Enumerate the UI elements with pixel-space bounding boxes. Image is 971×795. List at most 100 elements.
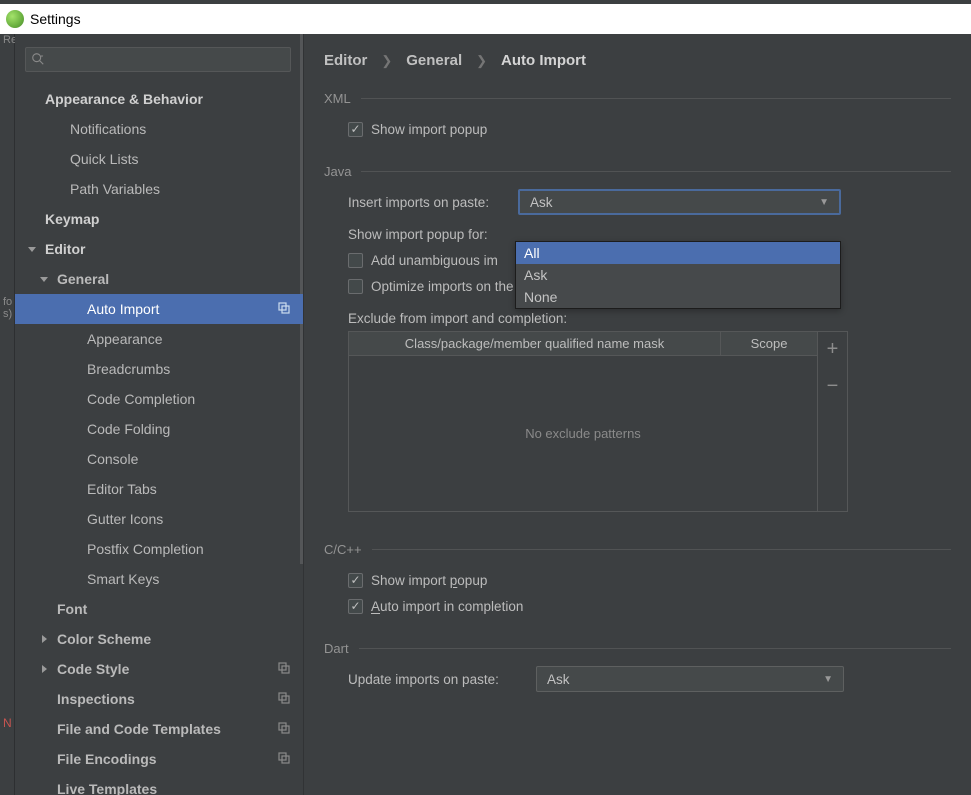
dart-update-label: Update imports on paste: [348,672,528,687]
sidebar-item-quick-lists[interactable]: Quick Lists [15,144,303,174]
insert-imports-select[interactable]: Ask ▼ [518,189,841,215]
xml-show-popup-checkbox[interactable] [348,122,363,137]
edge-left-underlay: Re fo s) N [0,34,15,795]
chevron-right-icon [39,661,49,677]
sidebar-item-auto-import[interactable]: Auto Import [15,294,303,324]
exclude-label: Exclude from import and completion: [348,311,567,326]
sidebar-item-label: Code Folding [87,421,170,437]
section-title-java: Java [324,164,351,179]
sidebar-item-label: Path Variables [70,181,160,197]
exclude-table: Class/package/member qualified name mask… [348,331,848,512]
sidebar-item-keymap[interactable]: Keymap [15,204,303,234]
breadcrumb: Editor ❯ General ❯ Auto Import [304,34,971,69]
sidebar-item-general[interactable]: General [15,264,303,294]
sidebar: Appearance & Behavior Notifications Quick … [15,34,304,795]
chevron-down-icon [27,241,37,257]
insert-imports-value: Ask [530,195,553,210]
sidebar-item-label: Keymap [45,211,99,227]
sidebar-item-console[interactable]: Console [15,444,303,474]
sidebar-item-label: Breadcrumbs [87,361,170,377]
sidebar-item-editor-tabs[interactable]: Editor Tabs [15,474,303,504]
breadcrumb-editor[interactable]: Editor [324,52,367,69]
breadcrumb-general[interactable]: General [406,52,462,69]
sidebar-item-label: Smart Keys [87,571,159,587]
add-unambiguous-label: Add unambiguous im [371,253,498,268]
search-wrap [15,34,303,84]
sidebar-item-label: File and Code Templates [57,721,221,737]
sidebar-item-label: Quick Lists [70,151,138,167]
sidebar-item-live-templates[interactable]: Live Templates [15,774,303,795]
sidebar-item-label: Auto Import [87,301,159,317]
exclude-table-body: No exclude patterns [349,356,817,511]
exclude-col-scope[interactable]: Scope [721,332,817,355]
sidebar-item-inspections[interactable]: Inspections [15,684,303,714]
section-title-xml: XML [324,91,351,106]
section-xml: XML Show import popup [324,91,951,142]
cpp-auto-import-checkbox[interactable] [348,599,363,614]
sidebar-item-label: Code Style [57,661,129,677]
sidebar-item-breadcrumbs[interactable]: Breadcrumbs [15,354,303,384]
project-badge-icon [277,301,291,318]
section-dart: Dart Update imports on paste: Ask ▼ [324,641,951,692]
breadcrumb-auto-import: Auto Import [501,52,586,69]
sidebar-item-postfix-completion[interactable]: Postfix Completion [15,534,303,564]
section-java: Java Insert imports on paste: Ask ▼ Show… [324,164,951,512]
sidebar-item-color-scheme[interactable]: Color Scheme [15,624,303,654]
sidebar-item-code-style[interactable]: Code Style [15,654,303,684]
search-input[interactable] [25,47,291,72]
project-badge-icon [277,751,291,768]
sidebar-item-label: Editor Tabs [87,481,157,497]
sidebar-item-label: Code Completion [87,391,195,407]
sidebar-item-code-completion[interactable]: Code Completion [15,384,303,414]
dropdown-option-all[interactable]: All [516,242,840,264]
cpp-show-popup-label: Show import popup [371,573,487,588]
dart-update-select[interactable]: Ask ▼ [536,666,844,692]
sidebar-item-label: Editor [45,241,85,257]
sidebar-item-gutter-icons[interactable]: Gutter Icons [15,504,303,534]
sidebar-item-path-variables[interactable]: Path Variables [15,174,303,204]
exclude-add-button[interactable]: + [827,338,839,361]
dart-update-value: Ask [547,672,570,687]
main-panel: Editor ❯ General ❯ Auto Import XML Show … [304,34,971,795]
insert-imports-dropdown[interactable]: All Ask None [515,241,841,309]
sidebar-item-label: Inspections [57,691,135,707]
project-badge-icon [277,721,291,738]
sidebar-item-smart-keys[interactable]: Smart Keys [15,564,303,594]
add-unambiguous-checkbox[interactable] [348,253,363,268]
window-body: Appearance & Behavior Notifications Quick … [15,34,971,795]
cpp-show-popup-checkbox[interactable] [348,573,363,588]
sidebar-item-file-encodings[interactable]: File Encodings [15,744,303,774]
sidebar-item-notifications[interactable]: Notifications [15,114,303,144]
sidebar-item-appearance[interactable]: Appearance [15,324,303,354]
sidebar-item-label: Live Templates [57,781,157,795]
sidebar-item-font[interactable]: Font [15,594,303,624]
exclude-col-name[interactable]: Class/package/member qualified name mask [349,332,721,355]
sidebar-item-label: Console [87,451,138,467]
chevron-right-icon: ❯ [476,53,487,69]
sidebar-item-file-and-code-templates[interactable]: File and Code Templates [15,714,303,744]
optimize-imports-checkbox[interactable] [348,279,363,294]
sidebar-item-appearance-behavior[interactable]: Appearance & Behavior [15,84,303,114]
sidebar-item-label: Appearance & Behavior [45,91,203,107]
sidebar-item-label: Font [57,601,87,617]
show-popup-for-label: Show import popup for: [348,227,510,242]
section-cpp: C/C++ Show import popup Auto import in c… [324,542,951,619]
chevron-down-icon: ▼ [823,674,833,685]
dropdown-option-none[interactable]: None [516,286,840,308]
sidebar-item-label: Notifications [70,121,146,137]
dropdown-option-ask[interactable]: Ask [516,264,840,286]
sidebar-item-label: Color Scheme [57,631,151,647]
project-badge-icon [277,691,291,708]
sidebar-item-label: Gutter Icons [87,511,163,527]
section-title-dart: Dart [324,641,349,656]
settings-tree: Appearance & Behavior Notifications Quick … [15,84,303,795]
window-title: Settings [30,11,81,27]
sidebar-item-label: General [57,271,109,287]
chevron-right-icon [39,631,49,647]
app-icon [6,10,24,28]
sidebar-item-label: File Encodings [57,751,157,767]
exclude-remove-button[interactable]: − [827,375,839,398]
section-title-cpp: C/C++ [324,542,362,557]
sidebar-item-code-folding[interactable]: Code Folding [15,414,303,444]
sidebar-item-editor[interactable]: Editor [15,234,303,264]
